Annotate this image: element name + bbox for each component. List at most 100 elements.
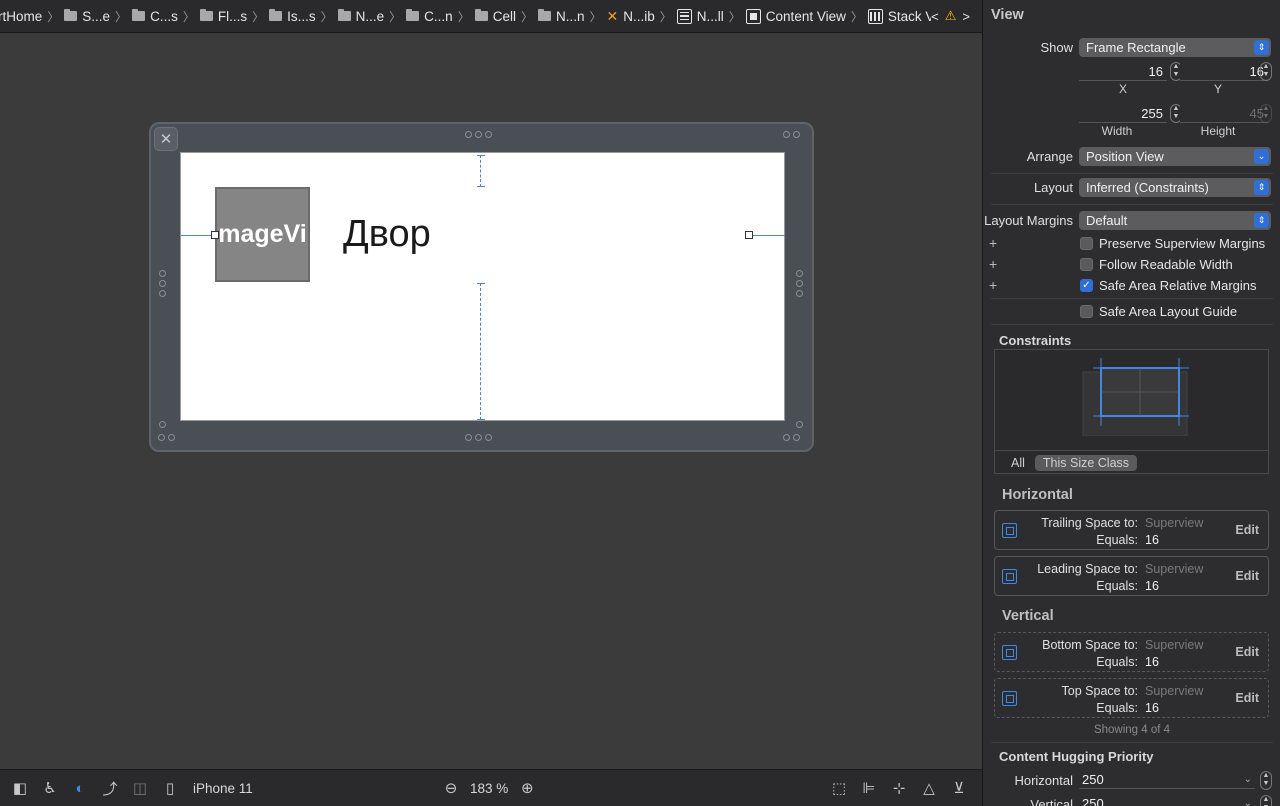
breadcrumb-label: Content View	[765, 8, 846, 24]
show-popup[interactable]: Frame Rectangle ⇕	[1079, 38, 1271, 57]
resize-handle-bottom-left[interactable]	[158, 434, 175, 441]
resize-handle-bottom[interactable]	[465, 434, 492, 441]
update-frames-icon[interactable]: ⬚	[828, 777, 850, 799]
orientation-icon[interactable]: ⤴	[99, 777, 121, 799]
checkbox[interactable]	[1080, 305, 1093, 318]
breadcrumb-item-group[interactable]: S...e	[62, 9, 112, 24]
checkmark-icon[interactable]: ✓	[1080, 279, 1093, 292]
breadcrumb-label: N...ib	[623, 8, 655, 24]
divider	[991, 204, 1273, 205]
breadcrumb-item-group[interactable]: C...s	[130, 9, 180, 24]
edit-button[interactable]: Edit	[1235, 523, 1259, 537]
edit-button[interactable]: Edit	[1235, 645, 1259, 659]
segment-all[interactable]: All	[1011, 456, 1025, 470]
width-field[interactable]: 255	[1079, 104, 1167, 123]
resize-handle-top-right[interactable]	[783, 131, 800, 138]
add-constraints-icon[interactable]: ⊹	[888, 777, 910, 799]
safe-area-layout-guide-checkbox[interactable]: Safe Area Layout Guide	[1080, 304, 1237, 319]
arrange-popup[interactable]: Position View ⌄	[1079, 147, 1271, 166]
y-stepper[interactable]: ▲ ▼	[1260, 62, 1272, 81]
constraint-card-trailing[interactable]: Trailing Space to: Superview Equals: 16 …	[994, 510, 1269, 550]
hug-vertical-field[interactable]: 250 ⌄	[1079, 795, 1255, 806]
breadcrumb-item-stack-view[interactable]: Stack View	[866, 8, 931, 24]
cell-title-label[interactable]: Двор	[343, 213, 431, 256]
hug-vertical-stepper[interactable]: ▲▼	[1260, 795, 1272, 806]
constraint-cap	[477, 283, 485, 284]
resize-handle-left-bottom[interactable]	[159, 421, 166, 428]
folder-icon	[474, 9, 488, 21]
hug-horizontal-stepper[interactable]: ▲ ▼	[1260, 771, 1272, 790]
device-icon[interactable]: ▯	[159, 777, 181, 799]
resolve-layout-icon[interactable]: △	[918, 777, 940, 799]
height-stepper: ▲ ▼	[1260, 104, 1272, 123]
resize-handle-top[interactable]	[465, 131, 492, 138]
warning-icon[interactable]: ⚠	[945, 8, 957, 24]
add-variation-icon[interactable]: +	[989, 235, 997, 251]
align-icon[interactable]: ⊫	[858, 777, 880, 799]
zoom-level[interactable]: 183 %	[470, 781, 508, 796]
width-label: Width	[1101, 124, 1133, 138]
chevron-left-icon[interactable]: <	[931, 9, 939, 24]
resize-handle-bottom-right[interactable]	[783, 434, 800, 441]
selection-handle-left[interactable]	[211, 231, 219, 239]
breadcrumb-item-group[interactable]: Cell	[473, 9, 518, 24]
breadcrumb-item-group[interactable]: N...e	[336, 9, 387, 24]
hug-horizontal-field[interactable]: 250 ⌄	[1079, 771, 1255, 789]
breadcrumb-item-content-view[interactable]: Content View	[744, 8, 848, 24]
resize-handle-left[interactable]	[159, 270, 166, 297]
preserve-superview-margins-checkbox[interactable]: Preserve Superview Margins	[1080, 236, 1265, 251]
constraint-cap	[477, 155, 485, 156]
resize-handle-right[interactable]	[796, 270, 803, 297]
y-field[interactable]: 16	[1180, 62, 1268, 81]
follow-readable-width-checkbox[interactable]: Follow Readable Width	[1080, 257, 1233, 272]
breadcrumb-label: N...ll	[696, 8, 724, 24]
document-outline-toggle-icon[interactable]: ◧	[9, 777, 31, 799]
split-view-icon[interactable]: ◫	[129, 777, 151, 799]
edit-button[interactable]: Edit	[1235, 691, 1259, 705]
breadcrumb-item-group[interactable]: C...n	[404, 9, 455, 24]
breadcrumb-item-group[interactable]: N...n	[536, 9, 587, 24]
breadcrumb-separator: 〉	[320, 9, 333, 24]
embed-in-icon[interactable]: ⊻	[948, 777, 970, 799]
breadcrumb-label: S...e	[82, 8, 111, 24]
zoom-in-icon[interactable]: ⊕	[516, 777, 538, 799]
constraint-card-bottom[interactable]: Bottom Space to: Superview Equals: 16 Ed…	[994, 632, 1269, 672]
checkbox[interactable]	[1080, 258, 1093, 271]
bottom-constraint-line[interactable]	[480, 283, 481, 420]
equals-label: Equals:	[1096, 579, 1138, 593]
constraint-card-leading[interactable]: Leading Space to: Superview Equals: 16 E…	[994, 556, 1269, 596]
x-field[interactable]: 16	[1079, 62, 1167, 81]
selection-handle-right[interactable]	[745, 231, 753, 239]
checkbox[interactable]	[1080, 237, 1093, 250]
accessibility-icon[interactable]: ♿	[39, 777, 61, 799]
appearance-toggle-icon[interactable]: ◐	[69, 777, 91, 799]
xib-scene-frame[interactable]: ✕ mageVi Двор	[149, 122, 814, 452]
edit-button[interactable]: Edit	[1235, 569, 1259, 583]
add-variation-icon[interactable]: +	[989, 277, 997, 293]
layout-margins-popup[interactable]: Default ⇕	[1079, 211, 1271, 230]
image-view[interactable]: mageVi	[215, 187, 310, 282]
zoom-out-icon[interactable]: ⊖	[440, 777, 462, 799]
safe-area-relative-margins-checkbox[interactable]: ✓ Safe Area Relative Margins	[1080, 278, 1257, 293]
segment-this-size-class[interactable]: This Size Class	[1034, 454, 1138, 471]
breadcrumb-item-group[interactable]: Is...s	[267, 9, 318, 24]
breadcrumb-item-group[interactable]: Fl...s	[198, 9, 249, 24]
trailing-constraint-line[interactable]	[751, 235, 785, 236]
layout-popup[interactable]: Inferred (Constraints) ⇕	[1079, 178, 1271, 197]
resize-handle-right-bottom[interactable]	[796, 421, 803, 428]
add-variation-icon[interactable]: +	[989, 256, 997, 272]
close-icon[interactable]: ✕	[154, 127, 178, 151]
breadcrumb-item-cell[interactable]: N...ll	[675, 8, 726, 24]
table-view-cell[interactable]: mageVi Двор	[180, 152, 785, 421]
constraint-card-top[interactable]: Top Space to: Superview Equals: 16 Edit	[994, 678, 1269, 718]
interface-builder-canvas[interactable]: ✕ mageVi Двор	[0, 33, 982, 769]
breadcrumb-separator: 〉	[589, 9, 602, 24]
chevron-right-icon[interactable]: >	[962, 9, 970, 24]
device-selector[interactable]: iPhone 11	[193, 781, 253, 796]
arrange-value: Position View	[1086, 149, 1164, 164]
breadcrumb-item-xib[interactable]: ✕ N...ib	[605, 8, 657, 25]
leading-constraint-line[interactable]	[181, 235, 215, 236]
top-constraint-line[interactable]	[480, 155, 481, 187]
constraint-target: Superview	[1145, 638, 1204, 652]
breadcrumb-item-project[interactable]: rtHome	[0, 9, 44, 24]
